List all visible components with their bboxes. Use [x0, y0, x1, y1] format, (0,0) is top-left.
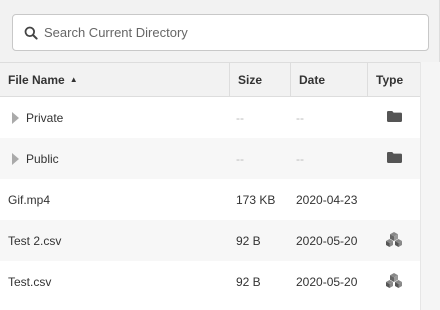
folder-name[interactable]: Public — [26, 152, 59, 166]
size-cell: 173 KB — [236, 192, 276, 207]
name-cell: Public — [0, 138, 230, 179]
name-cell: Gif.mp4 — [0, 179, 230, 220]
column-header-date[interactable]: Date — [291, 63, 368, 96]
file-name[interactable]: Test 2.csv — [8, 234, 61, 248]
folder-icon — [386, 110, 402, 125]
table-row[interactable]: Private -- -- — [0, 97, 420, 138]
column-header-label: File Name — [8, 72, 65, 87]
column-header-label: Size — [238, 72, 263, 87]
date-cell: -- — [296, 110, 304, 125]
dataset-icon — [385, 272, 403, 292]
table-row[interactable]: Test 2.csv 92 B 2020-05-20 — [0, 220, 420, 261]
type-cell — [368, 220, 420, 261]
file-name[interactable]: Test.csv — [8, 275, 51, 289]
sort-ascending-icon: ▲ — [69, 75, 78, 84]
folder-icon — [386, 151, 402, 166]
search-box[interactable] — [12, 14, 429, 51]
size-cell: 92 B — [236, 274, 261, 289]
size-cell: 92 B — [236, 233, 261, 248]
table-header: File Name ▲ Size Date Type — [0, 62, 420, 97]
search-icon — [24, 26, 38, 40]
file-name[interactable]: Gif.mp4 — [8, 193, 50, 207]
column-header-label: Date — [299, 72, 326, 87]
type-cell — [368, 97, 420, 138]
name-cell: Test 2.csv — [0, 220, 230, 261]
search-input[interactable] — [44, 15, 428, 50]
column-header-size[interactable]: Size — [230, 63, 291, 96]
column-header-type[interactable]: Type — [368, 63, 420, 96]
column-header-file-name[interactable]: File Name ▲ — [0, 63, 230, 96]
type-cell — [368, 138, 420, 179]
size-cell: -- — [236, 110, 244, 125]
column-header-label: Type — [376, 72, 404, 87]
date-cell: 2020-05-20 — [296, 274, 358, 289]
scrollbar-track[interactable] — [420, 62, 440, 310]
folder-name[interactable]: Private — [26, 111, 63, 125]
date-cell: 2020-05-20 — [296, 233, 358, 248]
table-row[interactable]: Gif.mp4 173 KB 2020-04-23 — [0, 179, 420, 220]
date-cell: 2020-04-23 — [296, 192, 358, 207]
name-cell: Private — [0, 97, 230, 138]
file-table: File Name ▲ Size Date Type Private -- -- — [0, 62, 420, 302]
expand-caret-icon[interactable] — [12, 111, 19, 124]
dataset-icon — [385, 231, 403, 251]
expand-caret-icon[interactable] — [12, 152, 19, 165]
type-cell — [368, 179, 420, 220]
search-bar — [0, 0, 440, 62]
name-cell: Test.csv — [0, 261, 230, 302]
type-cell — [368, 261, 420, 302]
size-cell: -- — [236, 151, 244, 166]
table-row[interactable]: Test.csv 92 B 2020-05-20 — [0, 261, 420, 302]
table-row[interactable]: Public -- -- — [0, 138, 420, 179]
date-cell: -- — [296, 151, 304, 166]
